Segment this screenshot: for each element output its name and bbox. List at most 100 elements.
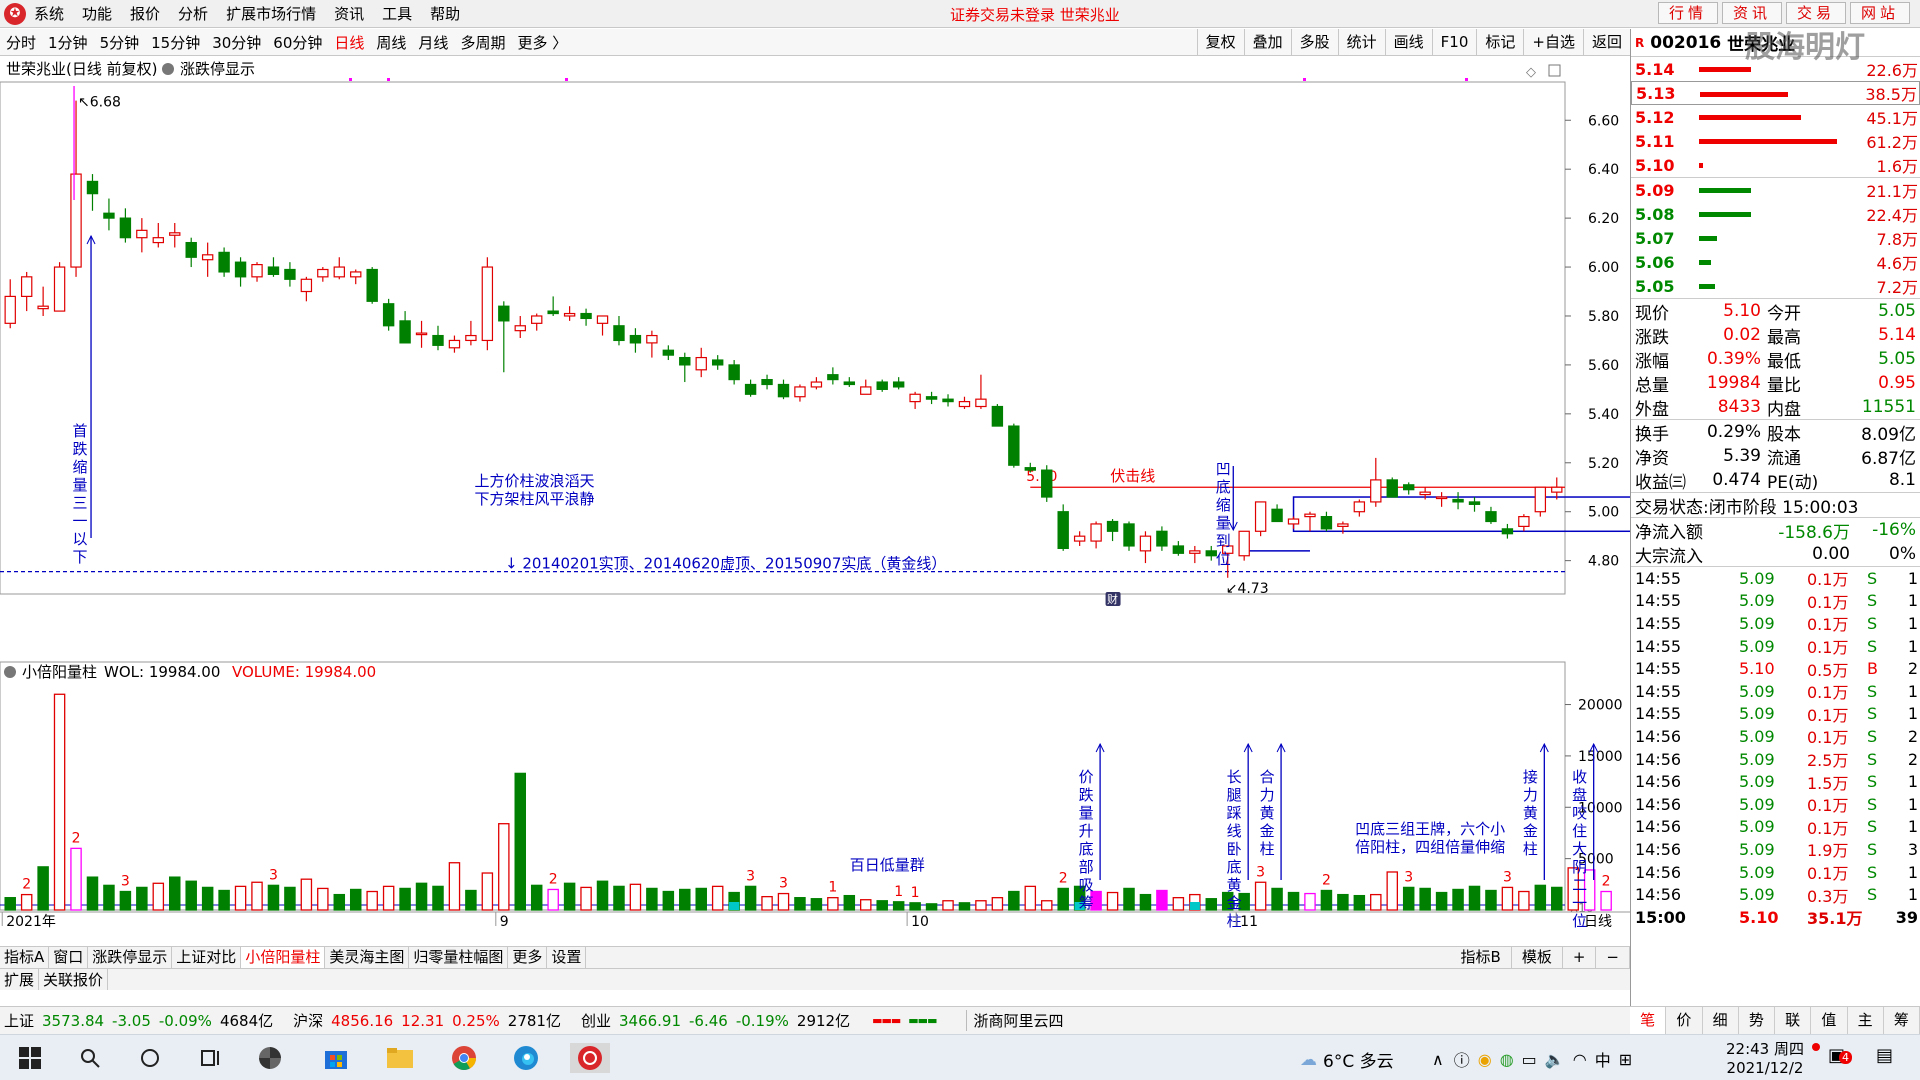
- quote-panel-tab-5[interactable]: 值: [1811, 1007, 1848, 1034]
- vol-toggle-icon[interactable]: [4, 666, 16, 678]
- trade-button[interactable]: 交易: [1785, 2, 1846, 24]
- mark-button[interactable]: 标记: [1476, 29, 1523, 55]
- edge-icon[interactable]: [510, 1043, 542, 1073]
- clock[interactable]: 22:43 周四 2021/12/2: [1720, 1038, 1810, 1077]
- tick-row[interactable]: 14:56 5.09 0.1万 S 1: [1631, 816, 1920, 839]
- add-watchlist-button[interactable]: +自选: [1523, 29, 1583, 55]
- indicator-tab-7[interactable]: 更多: [508, 947, 548, 968]
- period-15min[interactable]: 15分钟: [151, 32, 200, 53]
- chrome-icon[interactable]: [448, 1043, 480, 1073]
- menu-help[interactable]: 帮助: [430, 3, 460, 24]
- overlay-button[interactable]: 叠加: [1243, 29, 1291, 55]
- keyboard-icon[interactable]: ⊞: [1619, 1050, 1632, 1069]
- tick-list[interactable]: 14:55 5.09 0.1万 S 1 14:55 5.09 0.1万 S 1 14:55 5.09 0…: [1631, 567, 1920, 929]
- cy-index-label[interactable]: 创业: [581, 1010, 611, 1031]
- menu-analysis[interactable]: 分析: [178, 3, 208, 24]
- period-5min[interactable]: 5分钟: [100, 32, 140, 53]
- quote-panel-tab-7[interactable]: 筹: [1884, 1007, 1920, 1034]
- wechat-icon[interactable]: ◍: [1500, 1050, 1514, 1069]
- indicator-tab-2[interactable]: 涨跌停显示: [88, 947, 173, 968]
- period-30min[interactable]: 30分钟: [212, 32, 261, 53]
- website-button[interactable]: 网站: [1849, 2, 1910, 24]
- multi-stock-button[interactable]: 多股: [1290, 29, 1338, 55]
- tick-row[interactable]: 14:56 5.09 0.1万 S 1: [1631, 861, 1920, 884]
- news-button[interactable]: 资讯: [1721, 2, 1782, 24]
- period-daily[interactable]: 日线: [334, 32, 364, 53]
- period-weekly[interactable]: 周线: [376, 32, 406, 53]
- toggle-icon[interactable]: [162, 63, 174, 75]
- bid-row-4[interactable]: 5.05 7.2万: [1631, 274, 1920, 298]
- ask-row-1[interactable]: 5.13 38.5万: [1631, 81, 1920, 105]
- tick-row[interactable]: 14:55 5.09 0.1万 S 1: [1631, 567, 1920, 590]
- tick-row[interactable]: 14:56 5.09 0.1万 S 1: [1631, 793, 1920, 816]
- store-icon[interactable]: [320, 1043, 352, 1073]
- bid-row-2[interactable]: 5.07 7.8万: [1631, 226, 1920, 250]
- message-icon[interactable]: ▣4: [1828, 1045, 1853, 1066]
- indicator-right-tab-0[interactable]: 指标B: [1451, 947, 1512, 968]
- menu-tools[interactable]: 工具: [382, 3, 412, 24]
- period-more[interactable]: 更多 〉: [517, 32, 567, 53]
- ask-row-4[interactable]: 5.10 1.6万: [1631, 153, 1920, 177]
- menu-system[interactable]: 系统: [34, 3, 64, 24]
- quote-panel-tab-0[interactable]: 笔: [1630, 1007, 1667, 1034]
- quote-panel-tab-3[interactable]: 势: [1739, 1007, 1775, 1034]
- search-icon[interactable]: [74, 1043, 106, 1073]
- bid-row-1[interactable]: 5.08 22.4万: [1631, 202, 1920, 226]
- tick-row[interactable]: 15:00 5.10 35.1万 39: [1631, 906, 1920, 929]
- sh-index-label[interactable]: 上证: [4, 1010, 34, 1031]
- indicator-tab-5[interactable]: 美灵海主图: [325, 947, 410, 968]
- menu-info[interactable]: 资讯: [334, 3, 364, 24]
- windows-start-icon[interactable]: [14, 1043, 46, 1073]
- battery-icon[interactable]: ▭: [1522, 1050, 1537, 1069]
- indicator-tab-4[interactable]: 小倍阳量柱: [241, 947, 326, 968]
- tick-row[interactable]: 14:55 5.09 0.1万 S 1: [1631, 680, 1920, 703]
- task-view-icon[interactable]: [194, 1043, 226, 1073]
- ask-row-2[interactable]: 5.12 45.1万: [1631, 105, 1920, 129]
- market-button[interactable]: 行情: [1657, 2, 1718, 24]
- limit-toggle-label[interactable]: 涨跌停显示: [180, 60, 255, 78]
- cortana-icon[interactable]: [134, 1043, 166, 1073]
- network-icon[interactable]: ◠: [1573, 1050, 1587, 1069]
- file-explorer-icon[interactable]: [384, 1043, 416, 1073]
- indicator-right-tab-1[interactable]: 模板: [1512, 947, 1563, 968]
- indicator-tab-3[interactable]: 上证对比: [172, 947, 242, 968]
- f10-button[interactable]: F10: [1431, 29, 1477, 55]
- app-pinwheel-icon[interactable]: [254, 1043, 286, 1073]
- weather-widget[interactable]: ☁ 6°C 多云: [1300, 1047, 1394, 1073]
- action-center-icon[interactable]: ▤: [1876, 1045, 1893, 1066]
- tick-row[interactable]: 14:55 5.09 0.1万 S 1: [1631, 590, 1920, 613]
- chevron-up-icon[interactable]: ∧: [1432, 1050, 1444, 1069]
- menu-quote[interactable]: 报价: [130, 3, 160, 24]
- bid-row-0[interactable]: 5.09 21.1万: [1631, 178, 1920, 202]
- quote-panel-tab-1[interactable]: 价: [1666, 1007, 1703, 1034]
- quote-panel-tab-4[interactable]: 联: [1775, 1007, 1812, 1034]
- period-60min[interactable]: 60分钟: [273, 32, 322, 53]
- menu-ext-market[interactable]: 扩展市场行情: [226, 3, 316, 24]
- tab-related-quote[interactable]: 关联报价: [39, 969, 109, 990]
- indicator-right-tab-2[interactable]: +: [1563, 947, 1597, 968]
- bid-row-3[interactable]: 5.06 4.6万: [1631, 250, 1920, 274]
- indicator-right-tab-3[interactable]: −: [1596, 947, 1630, 968]
- tick-row[interactable]: 14:55 5.09 0.1万 S 1: [1631, 703, 1920, 726]
- chart-area[interactable]: 4.80 5.00 5.20 5.40 5.60 5.80 6.00 6.20 6.40 6.60…: [0, 56, 1630, 946]
- menu-function[interactable]: 功能: [82, 3, 112, 24]
- trading-app-icon[interactable]: [570, 1043, 610, 1073]
- adjust-button[interactable]: 复权: [1196, 29, 1244, 55]
- qq-icon[interactable]: ◉: [1478, 1050, 1492, 1069]
- indicator-tab-6[interactable]: 归零量柱幅图: [409, 947, 509, 968]
- server-name[interactable]: 浙商阿里云四: [966, 1010, 1063, 1031]
- tick-row[interactable]: 14:55 5.10 0.5万 B 2: [1631, 657, 1920, 680]
- tick-row[interactable]: 14:56 5.09 0.1万 S 2: [1631, 725, 1920, 748]
- tick-row[interactable]: 14:56 5.09 0.3万 S 1: [1631, 883, 1920, 906]
- tick-row[interactable]: 14:56 5.09 1.9万 S 3: [1631, 838, 1920, 861]
- indicator-tab-1[interactable]: 窗口: [49, 947, 89, 968]
- indicator-tab-8[interactable]: 设置: [547, 947, 587, 968]
- tab-extend[interactable]: 扩展: [0, 969, 40, 990]
- stats-button[interactable]: 统计: [1337, 29, 1385, 55]
- ask-row-3[interactable]: 5.11 61.2万: [1631, 129, 1920, 153]
- period-1min[interactable]: 1分钟: [48, 32, 88, 53]
- back-button[interactable]: 返回: [1582, 29, 1630, 55]
- quote-panel-tab-6[interactable]: 主: [1848, 1007, 1884, 1034]
- tick-row[interactable]: 14:56 5.09 2.5万 S 2: [1631, 748, 1920, 771]
- tick-row[interactable]: 14:56 5.09 1.5万 S 1: [1631, 770, 1920, 793]
